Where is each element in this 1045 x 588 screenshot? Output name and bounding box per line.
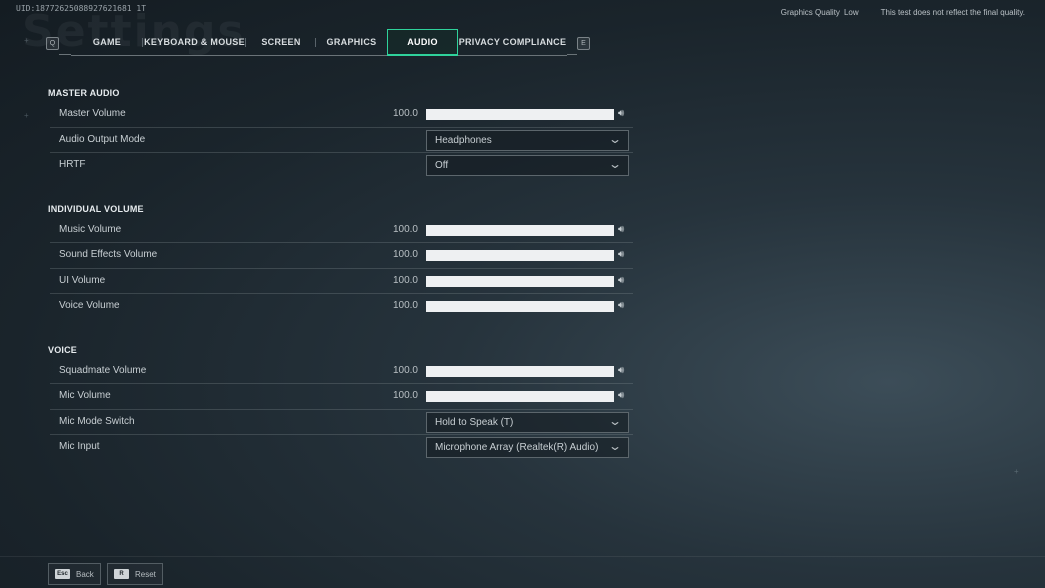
section-title-voice: VOICE (48, 344, 78, 355)
setting-row-ui-volume: UI Volume 100.0 🔊︎ (50, 269, 633, 294)
graphics-quality-value: Low (843, 8, 859, 17)
corner-mark-icon: + (24, 111, 29, 120)
graphics-quality: Graphics Quality Low (781, 8, 859, 17)
speaker-icon[interactable]: 🔊︎ (618, 300, 624, 311)
setting-label: Squadmate Volume (59, 364, 147, 376)
setting-row-voice-volume: Voice Volume 100.0 🔊︎ (50, 294, 633, 319)
corner-mark-icon: + (24, 36, 29, 45)
setting-label: Voice Volume (59, 300, 120, 311)
speaker-icon[interactable]: 🔊︎ (618, 365, 624, 376)
audio-output-mode-dropdown[interactable]: Headphones ⌄ (426, 129, 629, 151)
section-title-individual-volume: INDIVIDUAL VOLUME (48, 203, 144, 214)
tab-bar: Q GAME KEYBOARD & MOUSE SCREEN GRAPHICS … (46, 29, 590, 56)
r-key-icon: R (114, 569, 129, 579)
setting-value: 100.0 (392, 274, 418, 286)
tab-screen[interactable]: SCREEN (246, 29, 316, 56)
setting-value: 100.0 (392, 249, 418, 260)
setting-row-music-volume: Music Volume 100.0 🔊︎ (50, 218, 633, 243)
setting-label: HRTF (59, 159, 86, 170)
tab-prev-key[interactable]: Q (46, 37, 59, 50)
master-volume-slider[interactable] (426, 109, 614, 120)
setting-label: UI Volume (59, 274, 106, 286)
chevron-down-icon: ⌄ (607, 439, 623, 453)
mic-volume-slider[interactable] (426, 391, 614, 402)
esc-key-icon: Esc (55, 569, 70, 579)
setting-label: Mic Volume (59, 390, 111, 401)
tab-game[interactable]: GAME (71, 29, 143, 56)
quality-notice: This test does not reflect the final qua… (880, 8, 1025, 17)
setting-row-audio-output-mode: Audio Output Mode Headphones ⌄ (50, 128, 633, 153)
footer-divider (0, 556, 1045, 557)
speaker-icon[interactable]: 🔊︎ (618, 224, 624, 235)
tab-next-key[interactable]: E (577, 37, 590, 50)
ui-volume-slider[interactable] (426, 275, 614, 287)
setting-label: Mic Mode Switch (59, 415, 135, 427)
reset-label: Reset (135, 569, 156, 579)
setting-label: Audio Output Mode (59, 133, 146, 145)
squadmate-volume-slider[interactable] (426, 365, 614, 377)
tab-privacy-compliance[interactable]: PRIVACY COMPLIANCE (458, 29, 567, 56)
tab-graphics[interactable]: GRAPHICS (316, 29, 387, 56)
setting-row-mic-input: Mic Input Microphone Array (Realtek(R) A… (50, 435, 633, 460)
mic-input-dropdown[interactable]: Microphone Array (Realtek(R) Audio) ⌄ (426, 437, 629, 458)
dropdown-value: Microphone Array (Realtek(R) Audio) (435, 442, 599, 453)
setting-row-mic-mode-switch: Mic Mode Switch Hold to Speak (T) ⌄ (50, 410, 633, 435)
voice-volume-slider[interactable] (426, 301, 614, 312)
mic-mode-switch-dropdown[interactable]: Hold to Speak (T) ⌄ (426, 411, 629, 433)
setting-value: 100.0 (392, 300, 418, 311)
reset-button[interactable]: R Reset (107, 563, 163, 585)
tab-audio[interactable]: AUDIO (387, 29, 458, 56)
corner-mark-icon: + (1014, 467, 1019, 476)
setting-row-squadmate-volume: Squadmate Volume 100.0 🔊︎ (50, 359, 633, 384)
setting-label: Mic Input (59, 441, 100, 452)
speaker-icon[interactable]: 🔊︎ (618, 249, 624, 260)
dropdown-value: Hold to Speak (T) (435, 416, 514, 428)
back-button[interactable]: Esc Back (48, 563, 101, 585)
setting-value: 100.0 (392, 390, 418, 401)
setting-row-master-volume: Master Volume 100.0 🔊︎ (50, 102, 633, 128)
setting-label: Music Volume (59, 223, 122, 235)
setting-value: 100.0 (392, 364, 418, 376)
dropdown-value: Headphones (435, 134, 492, 146)
setting-value: 100.0 (392, 108, 418, 119)
setting-label: Sound Effects Volume (59, 249, 158, 260)
chevron-down-icon: ⌄ (607, 131, 623, 146)
setting-row-hrtf: HRTF Off ⌄ (50, 153, 633, 178)
graphics-quality-label: Graphics Quality (780, 8, 840, 17)
setting-label: Master Volume (59, 108, 126, 119)
back-label: Back (76, 569, 94, 579)
dropdown-value: Off (435, 160, 449, 171)
chevron-down-icon: ⌄ (607, 157, 623, 171)
settings-panel: MASTER AUDIO Master Volume 100.0 🔊︎ Audi… (48, 84, 633, 460)
music-volume-slider[interactable] (426, 224, 614, 236)
tab-keyboard-mouse[interactable]: KEYBOARD & MOUSE (143, 29, 246, 56)
setting-row-sound-effects-volume: Sound Effects Volume 100.0 🔊︎ (50, 243, 633, 269)
chevron-down-icon: ⌄ (607, 413, 623, 428)
speaker-icon[interactable]: 🔊︎ (618, 390, 624, 401)
uid-text: UID:18772625088927621681 1T (16, 4, 147, 13)
sound-effects-volume-slider[interactable] (426, 250, 614, 261)
hrtf-dropdown[interactable]: Off ⌄ (426, 155, 629, 176)
speaker-icon[interactable]: 🔊︎ (618, 108, 624, 119)
setting-value: 100.0 (392, 223, 418, 235)
section-title-master-audio: MASTER AUDIO (48, 88, 120, 98)
speaker-icon[interactable]: 🔊︎ (618, 275, 624, 286)
quality-info: Graphics Quality Low This test does not r… (781, 8, 1025, 17)
setting-row-mic-volume: Mic Volume 100.0 🔊︎ (50, 384, 633, 410)
